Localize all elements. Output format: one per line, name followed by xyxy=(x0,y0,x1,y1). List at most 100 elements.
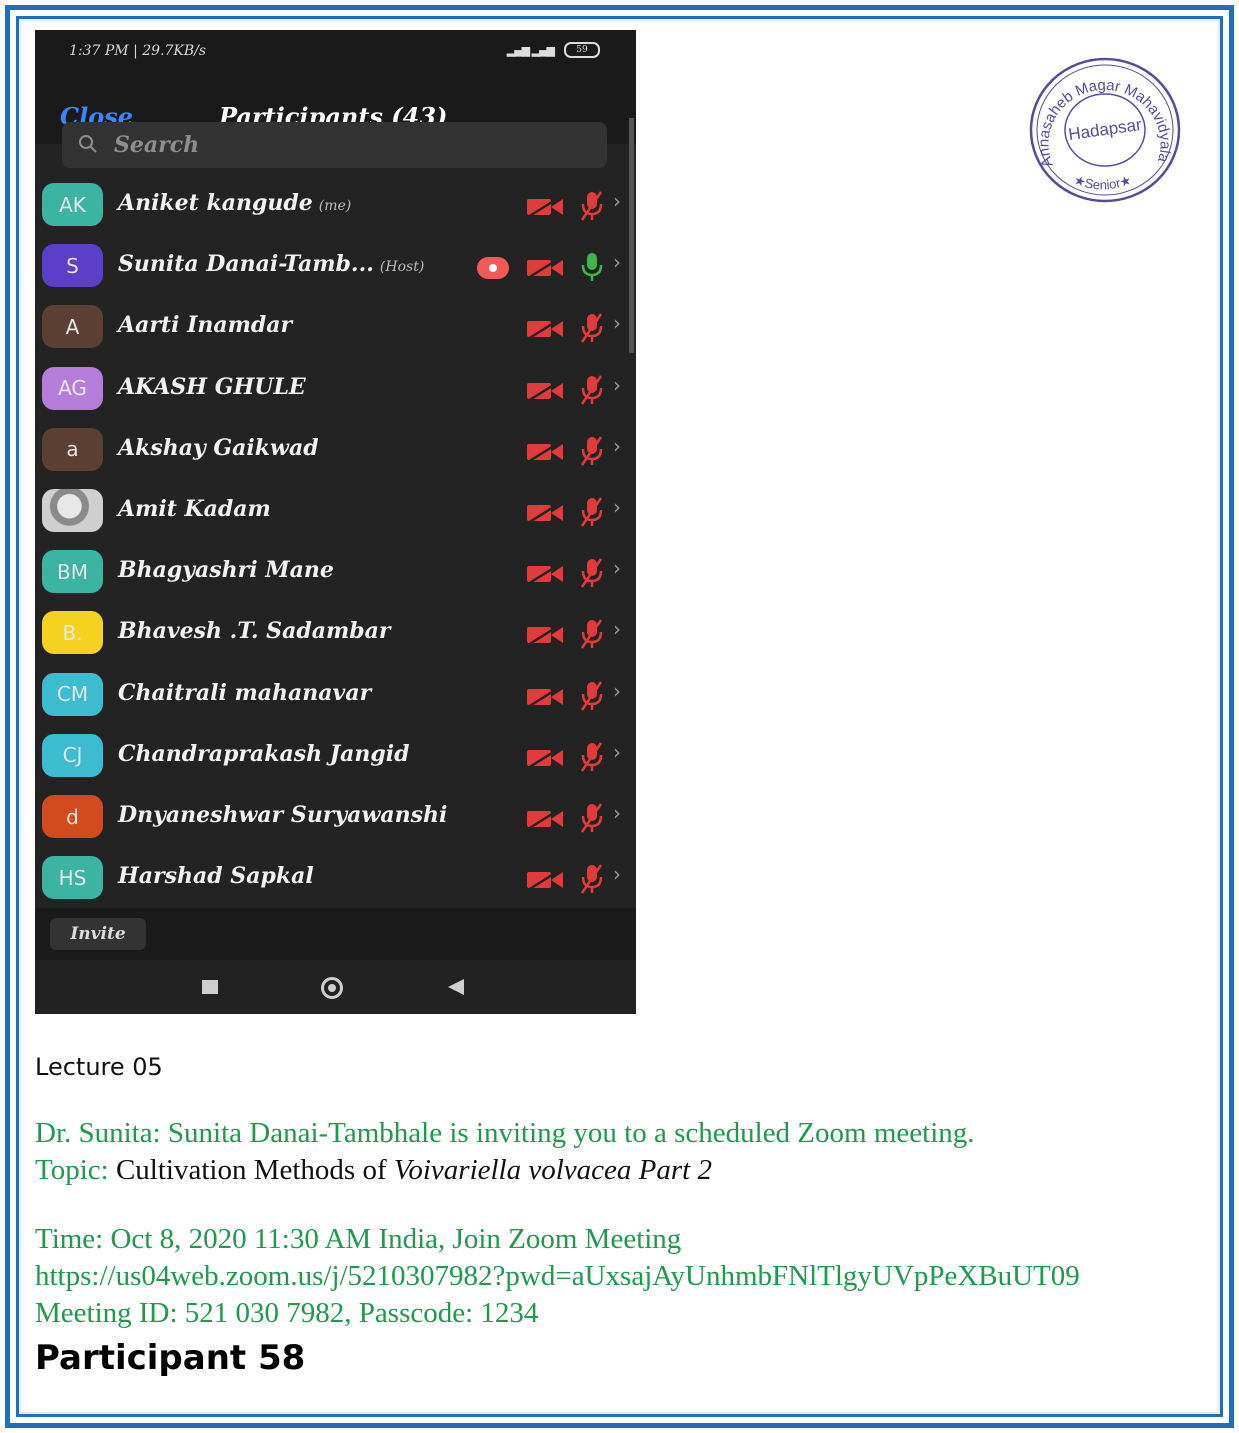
participant-name-text: Chandraprakash Jangid xyxy=(118,740,410,767)
meeting-id-line: Meeting ID: 521 030 7982, Passcode: 1234 xyxy=(35,1297,539,1329)
svg-text:Annasaheb Magar Mahavidyalaya: Annasaheb Magar Mahavidyalaya xyxy=(1028,55,1174,169)
back-icon[interactable] xyxy=(448,979,464,995)
status-bar: 1:37 PM | 29.7KB/s ▂▄▆ ▂▄▆ 59 xyxy=(35,30,636,72)
participant-name-text: Harshad Sapkal xyxy=(118,863,314,890)
avatar: B. xyxy=(42,611,103,655)
invite-button[interactable]: Invite xyxy=(50,918,146,950)
status-time: 1:37 PM | 29.7KB/s xyxy=(69,43,207,59)
search-input[interactable]: Search xyxy=(62,122,607,168)
chevron-right-icon[interactable]: › xyxy=(613,801,621,825)
chevron-right-icon[interactable]: › xyxy=(613,311,621,335)
mic-muted-icon xyxy=(579,374,605,406)
participant-name-text: Aniket kangude xyxy=(118,190,313,216)
video-off-icon xyxy=(526,807,564,831)
participant-name: Bhagyashri Mane xyxy=(118,557,334,583)
chevron-right-icon[interactable]: › xyxy=(613,373,621,397)
avatar: d xyxy=(42,795,103,838)
meeting-url[interactable]: https://us04web.zoom.us/j/5210307982?pwd… xyxy=(35,1260,1080,1293)
mic-muted-icon xyxy=(579,557,605,589)
avatar: BM xyxy=(42,550,103,594)
participant-name: Amit Kadam xyxy=(118,496,271,522)
participant-row[interactable]: BM Bhagyashri Mane › xyxy=(35,541,630,602)
participant-row[interactable]: B. Bhavesh .T. Sadambar › xyxy=(35,602,630,663)
participant-name: Bhavesh .T. Sadambar xyxy=(118,618,390,644)
avatar: a xyxy=(42,427,103,471)
video-off-icon xyxy=(526,195,564,219)
college-seal: Annasaheb Magar Mahavidyalaya ★Senior★ H… xyxy=(1028,55,1181,203)
avatar: AG xyxy=(42,366,103,410)
participant-row[interactable]: HS Harshad Sapkal › xyxy=(35,847,630,908)
participant-row[interactable]: AG AKASH GHULE › xyxy=(35,358,630,419)
mic-muted-icon xyxy=(579,618,605,650)
mic-muted-icon xyxy=(579,741,605,773)
video-off-icon xyxy=(526,868,564,892)
android-nav-bar xyxy=(35,960,636,1014)
avatar: HS xyxy=(42,856,103,900)
video-off-icon xyxy=(526,317,564,341)
participant-row[interactable]: CM Chaitrali mahanavar › xyxy=(35,664,630,725)
status-icons: ▂▄▆ ▂▄▆ 59 xyxy=(507,42,600,58)
mic-muted-icon xyxy=(579,802,605,834)
avatar: A xyxy=(42,305,103,349)
home-icon[interactable] xyxy=(321,977,343,999)
mic-muted-icon xyxy=(579,435,605,467)
participant-name-text: Chaitrali mahanavar xyxy=(118,679,372,706)
search-placeholder: Search xyxy=(114,132,200,158)
mic-muted-icon xyxy=(579,680,605,712)
video-off-icon xyxy=(526,379,564,403)
participant-name-text: Bhavesh .T. Sadambar xyxy=(118,618,391,645)
mic-muted-icon xyxy=(579,312,605,344)
participant-role-tag: (Host) xyxy=(379,259,425,276)
signal-icon: ▂▄▆ ▂▄▆ xyxy=(506,43,555,57)
avatar xyxy=(42,489,103,532)
chevron-right-icon[interactable]: › xyxy=(613,495,621,519)
video-off-icon xyxy=(526,623,564,647)
recents-icon[interactable] xyxy=(202,980,218,994)
chevron-right-icon[interactable]: › xyxy=(613,617,621,641)
avatar: S xyxy=(42,244,103,288)
search-icon xyxy=(79,135,97,153)
participant-name-text: Akshay Gaikwad xyxy=(118,434,319,461)
participant-row[interactable]: a Akshay Gaikwad › xyxy=(35,419,630,480)
video-off-icon xyxy=(526,440,564,464)
participant-row[interactable]: CJ Chandraprakash Jangid › xyxy=(35,725,630,786)
svg-text:★Senior★: ★Senior★ xyxy=(1072,172,1133,192)
participant-row[interactable]: A Aarti Inamdar › xyxy=(35,296,630,357)
participant-name-text: AKASH GHULE xyxy=(118,373,306,400)
mic-muted-icon xyxy=(579,190,605,222)
participant-count: Participant 58 xyxy=(35,1338,306,1378)
mic-on-icon xyxy=(579,251,605,283)
topic-line: Topic: Cultivation Methods of Voivariell… xyxy=(35,1154,712,1187)
mic-muted-icon xyxy=(579,496,605,528)
participant-row[interactable]: d Dnyaneshwar Suryawanshi › xyxy=(35,786,630,847)
participant-name: Chandraprakash Jangid xyxy=(118,741,410,767)
participant-row[interactable]: AK Aniket kangude (me) › xyxy=(35,174,630,235)
battery-icon: 59 xyxy=(564,42,600,58)
participant-row[interactable]: Amit Kadam › xyxy=(35,480,630,541)
chevron-right-icon[interactable]: › xyxy=(613,189,621,213)
participant-name-text: Sunita Danai-Tamb... xyxy=(118,251,374,278)
avatar: CJ xyxy=(42,733,103,777)
chevron-right-icon[interactable]: › xyxy=(613,556,621,580)
participant-name: Aniket kangude (me) xyxy=(118,190,351,216)
chevron-right-icon[interactable]: › xyxy=(613,434,621,458)
participant-name-text: Dnyaneshwar Suryawanshi xyxy=(118,802,448,828)
chevron-right-icon[interactable]: › xyxy=(613,679,621,703)
topic-label: Topic: xyxy=(35,1154,109,1186)
chevron-right-icon[interactable]: › xyxy=(613,862,621,886)
participant-name: Aarti Inamdar xyxy=(118,312,292,338)
participant-role-tag: (me) xyxy=(318,198,352,214)
video-off-icon xyxy=(526,685,564,709)
invite-line: Dr. Sunita: Sunita Danai-Tambhale is inv… xyxy=(35,1117,975,1149)
chevron-right-icon[interactable]: › xyxy=(613,740,621,764)
avatar: AK xyxy=(42,183,103,226)
zoom-participants-screenshot: 1:37 PM | 29.7KB/s ▂▄▆ ▂▄▆ 59 Close Part… xyxy=(35,30,636,1014)
participant-row[interactable]: S Sunita Danai-Tamb... (Host) › xyxy=(35,235,630,296)
participant-name: Sunita Danai-Tamb... (Host) xyxy=(118,251,424,277)
video-off-icon xyxy=(526,256,564,280)
participant-name-text: Aarti Inamdar xyxy=(118,312,293,339)
participant-name: Chaitrali mahanavar xyxy=(118,680,371,706)
video-off-icon xyxy=(526,562,564,586)
chevron-right-icon[interactable]: › xyxy=(613,250,621,274)
seal-center-text: Hadapsar xyxy=(1067,115,1143,144)
